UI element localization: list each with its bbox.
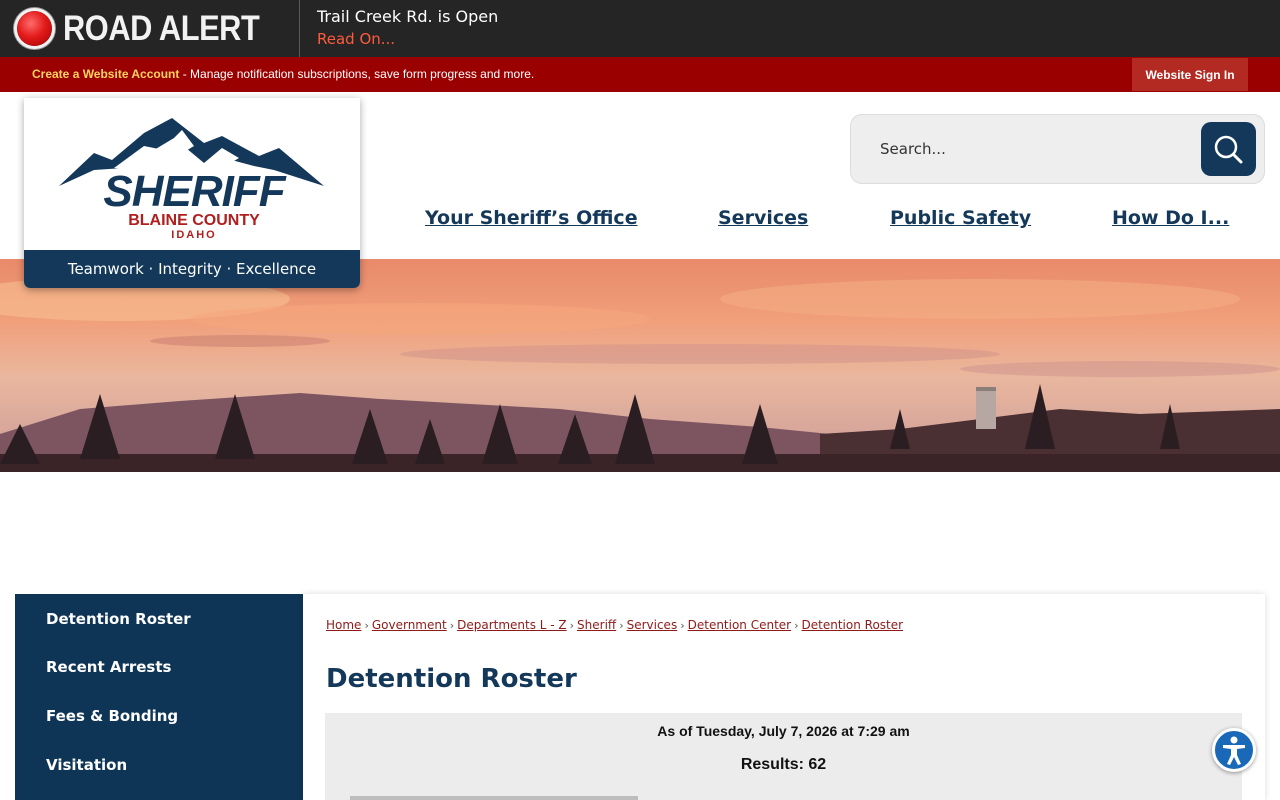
breadcrumb-detention-center[interactable]: Detention Center [688, 618, 792, 632]
account-bar: Create a Website Account - Manage notifi… [0, 57, 1280, 92]
search-icon [1214, 135, 1243, 164]
search-button[interactable] [1201, 122, 1256, 176]
breadcrumb-departments[interactable]: Departments L - Z [457, 618, 567, 632]
road-alert-bar: ROAD ALERT Trail Creek Rd. is Open Read … [0, 0, 1280, 57]
search-box [850, 114, 1265, 184]
roster-as-of: As of Tuesday, July 7, 2026 at 7:29 am [657, 723, 910, 739]
logo-tagline: Teamwork · Integrity · Excellence [24, 250, 360, 288]
create-account-link[interactable]: Create a Website Account [32, 67, 179, 81]
sidebar-item-visitation[interactable]: Visitation [46, 756, 127, 774]
account-bar-description: - Manage notification subscriptions, sav… [179, 67, 535, 81]
logo-state: IDAHO [171, 229, 216, 241]
page-title: Detention Roster [326, 664, 577, 694]
logo-name: SHERIFF [103, 167, 286, 216]
nav-services[interactable]: Services [718, 207, 808, 229]
account-bar-text: Create a Website Account - Manage notifi… [32, 67, 534, 81]
website-sign-in-button[interactable]: Website Sign In [1132, 58, 1248, 91]
road-alert-title: ROAD ALERT [63, 9, 260, 48]
nav-how-do-i[interactable]: How Do I... [1112, 207, 1229, 229]
accessibility-button[interactable] [1212, 728, 1256, 772]
road-alert-message: Trail Creek Rd. is Open [317, 7, 499, 26]
logo-county: BLAINE COUNTY [128, 212, 260, 229]
road-alert-read-on-link[interactable]: Read On... [317, 30, 395, 48]
roster-panel: As of Tuesday, July 7, 2026 at 7:29 am R… [325, 713, 1242, 800]
sheriff-mountain-logo-icon: SHERIFF BLAINE COUNTY IDAHO [59, 118, 324, 241]
alert-dot-icon [17, 11, 52, 46]
roster-results-count: Results: 62 [740, 756, 827, 773]
breadcrumb-detention-roster[interactable]: Detention Roster [802, 618, 904, 632]
breadcrumb: Home › Government › Departments L - Z › Sherif… [326, 618, 904, 632]
accessibility-icon [1223, 736, 1245, 765]
hero-sunset-image [0, 259, 1280, 472]
main-content: Home › Government › Departments L - Z › Sherif… [303, 594, 1265, 800]
sidebar-nav: Detention Roster Recent Arrests Fees & B… [15, 594, 303, 800]
breadcrumb-government[interactable]: Government [372, 618, 447, 632]
breadcrumb-services[interactable]: Services [627, 618, 678, 632]
nav-public-safety[interactable]: Public Safety [890, 207, 1031, 229]
search-input[interactable] [866, 126, 1196, 172]
road-alert-label: ROAD ALERT [0, 0, 300, 57]
breadcrumb-sheriff[interactable]: Sheriff [577, 618, 616, 632]
sidebar-item-detention-roster[interactable]: Detention Roster [46, 610, 191, 628]
roster-filter-bar[interactable] [350, 796, 638, 800]
breadcrumb-home[interactable]: Home [326, 618, 361, 632]
sheriff-logo[interactable]: SHERIFF BLAINE COUNTY IDAHO Teamwork · I… [24, 98, 360, 288]
nav-your-sheriffs-office[interactable]: Your Sheriff’s Office [425, 207, 638, 229]
hero-landscape [0, 259, 1280, 472]
sidebar-item-recent-arrests[interactable]: Recent Arrests [46, 658, 171, 676]
sidebar-item-fees-bonding[interactable]: Fees & Bonding [46, 707, 178, 725]
